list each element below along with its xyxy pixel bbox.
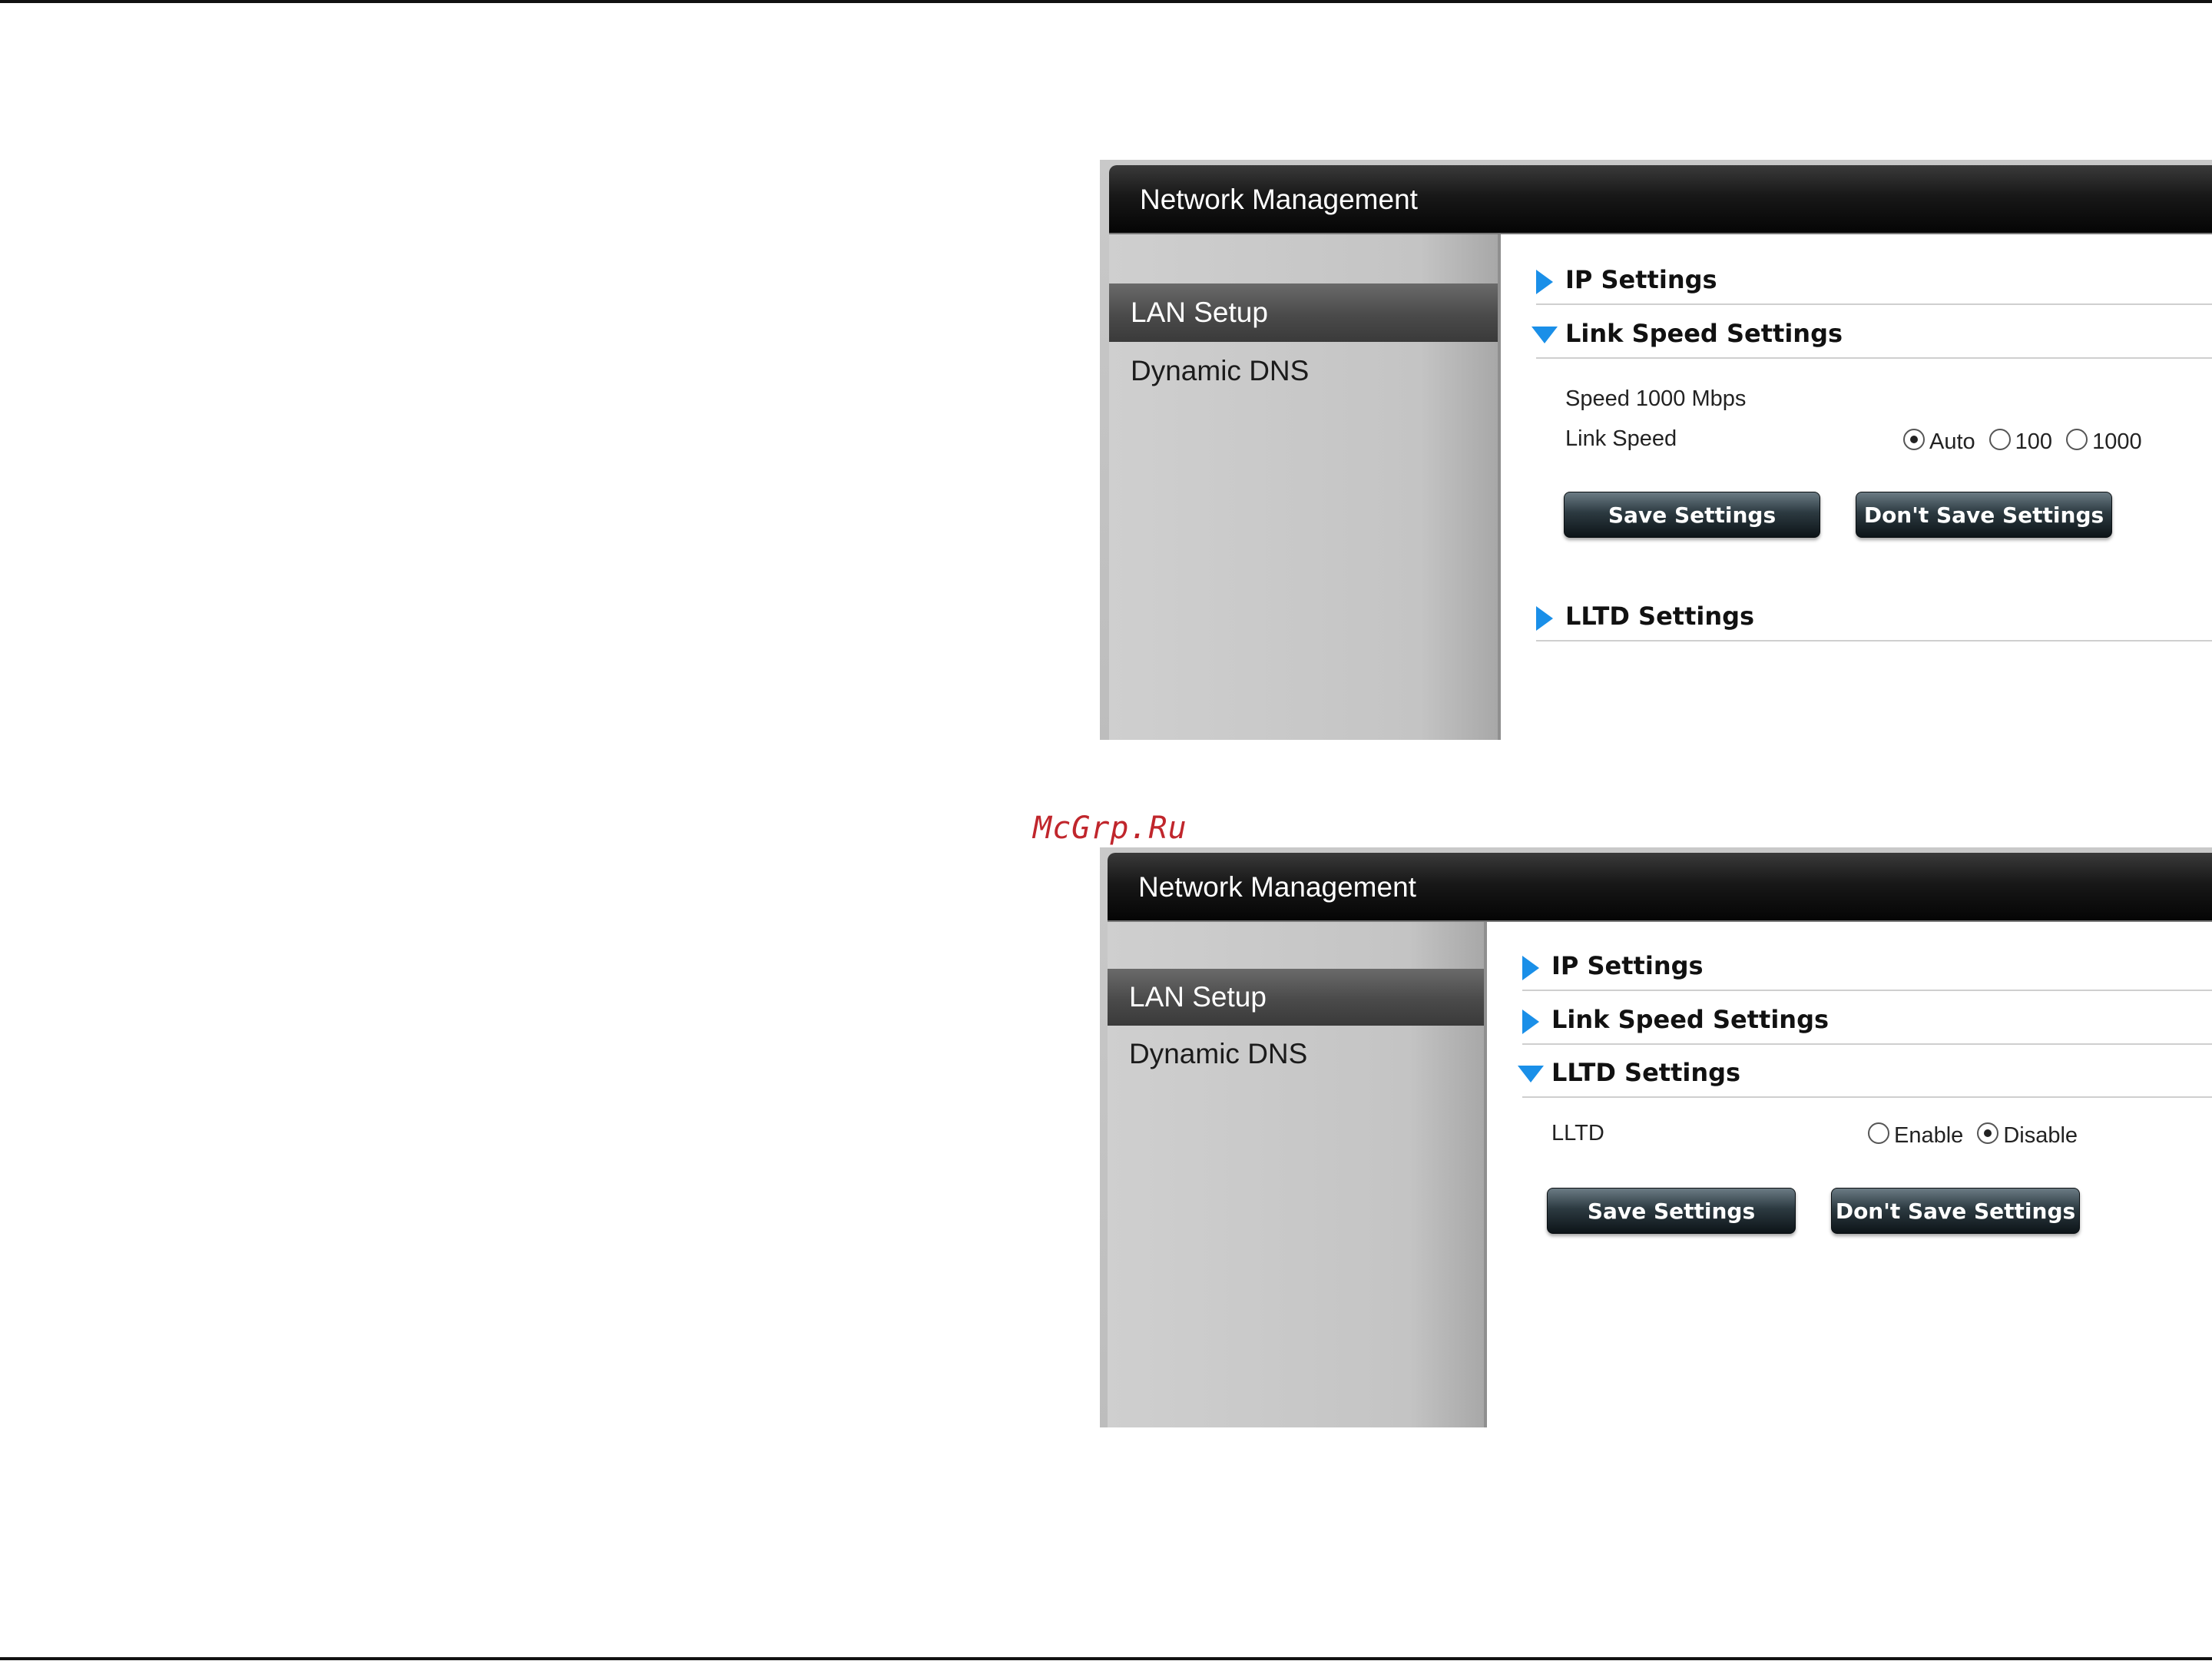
- watermark-text: McGrp.Ru: [1033, 811, 1187, 846]
- radio-auto[interactable]: [1903, 428, 1925, 450]
- dont-save-settings-button[interactable]: Don't Save Settings: [1856, 492, 2112, 538]
- link-speed-label: Link Speed: [1565, 426, 1677, 451]
- network-management-panel-lltd: Network Management LAN Setup Dynamic DNS…: [1100, 847, 2212, 1427]
- section-ip-settings[interactable]: IP Settings: [1522, 943, 2212, 991]
- dont-save-settings-button[interactable]: Don't Save Settings: [1831, 1188, 2080, 1234]
- section-link-speed-settings[interactable]: Link Speed Settings: [1532, 311, 2212, 359]
- sidebar-item-dynamic-dns[interactable]: Dynamic DNS: [1108, 1026, 1484, 1082]
- bottom-rule: [0, 1657, 2212, 1660]
- section-ip-settings[interactable]: IP Settings: [1536, 257, 2212, 305]
- sidebar: LAN Setup Dynamic DNS: [1108, 922, 1487, 1427]
- sidebar: LAN Setup Dynamic DNS: [1109, 234, 1501, 740]
- lltd-label: LLTD: [1551, 1121, 1604, 1145]
- expand-arrow-icon: [1536, 270, 1553, 294]
- network-management-panel-link-speed: Network Management LAN Setup Dynamic DNS…: [1100, 160, 2212, 740]
- window-title: Network Management: [1108, 853, 2212, 922]
- radio-enable[interactable]: [1868, 1122, 1889, 1144]
- lltd-radio-group: Enable Disable: [1868, 1120, 2078, 1148]
- section-label: LLTD Settings: [1551, 1058, 1741, 1087]
- window-title: Network Management: [1109, 165, 2212, 234]
- expand-arrow-icon: [1522, 956, 1539, 980]
- radio-label-auto: Auto: [1929, 429, 1975, 454]
- section-label: Link Speed Settings: [1551, 1005, 1830, 1034]
- section-label: LLTD Settings: [1565, 602, 1755, 631]
- sidebar-item-lan-setup[interactable]: LAN Setup: [1109, 283, 1498, 342]
- save-settings-button[interactable]: Save Settings: [1564, 492, 1820, 538]
- collapse-arrow-icon: [1532, 327, 1558, 343]
- section-label: IP Settings: [1551, 951, 1704, 980]
- radio-label-1000: 1000: [2092, 429, 2142, 454]
- content-area: IP Settings Link Speed Settings Speed 10…: [1501, 234, 2212, 740]
- sidebar-item-dynamic-dns[interactable]: Dynamic DNS: [1109, 342, 1498, 400]
- sidebar-item-lan-setup[interactable]: LAN Setup: [1108, 969, 1484, 1026]
- speed-readout: Speed 1000 Mbps: [1565, 386, 1747, 411]
- section-label: IP Settings: [1565, 265, 1717, 294]
- collapse-arrow-icon: [1518, 1066, 1544, 1082]
- radio-1000[interactable]: [2066, 428, 2088, 450]
- section-label: Link Speed Settings: [1565, 319, 1843, 348]
- radio-disable[interactable]: [1977, 1122, 1999, 1144]
- radio-label-enable: Enable: [1894, 1123, 1964, 1148]
- expand-arrow-icon: [1536, 606, 1553, 631]
- section-lltd-settings[interactable]: LLTD Settings: [1518, 1050, 2212, 1098]
- save-settings-button[interactable]: Save Settings: [1547, 1188, 1796, 1234]
- radio-label-100: 100: [2015, 429, 2053, 454]
- link-speed-radio-group: Auto 100 1000: [1903, 426, 2142, 454]
- section-lltd-settings[interactable]: LLTD Settings: [1536, 594, 2212, 642]
- expand-arrow-icon: [1522, 1010, 1539, 1034]
- radio-label-disable: Disable: [2003, 1123, 2078, 1148]
- section-link-speed-settings[interactable]: Link Speed Settings: [1522, 997, 2212, 1045]
- content-area: IP Settings Link Speed Settings LLTD Set…: [1487, 922, 2212, 1427]
- radio-100[interactable]: [1988, 428, 2011, 450]
- top-rule: [0, 0, 2212, 3]
